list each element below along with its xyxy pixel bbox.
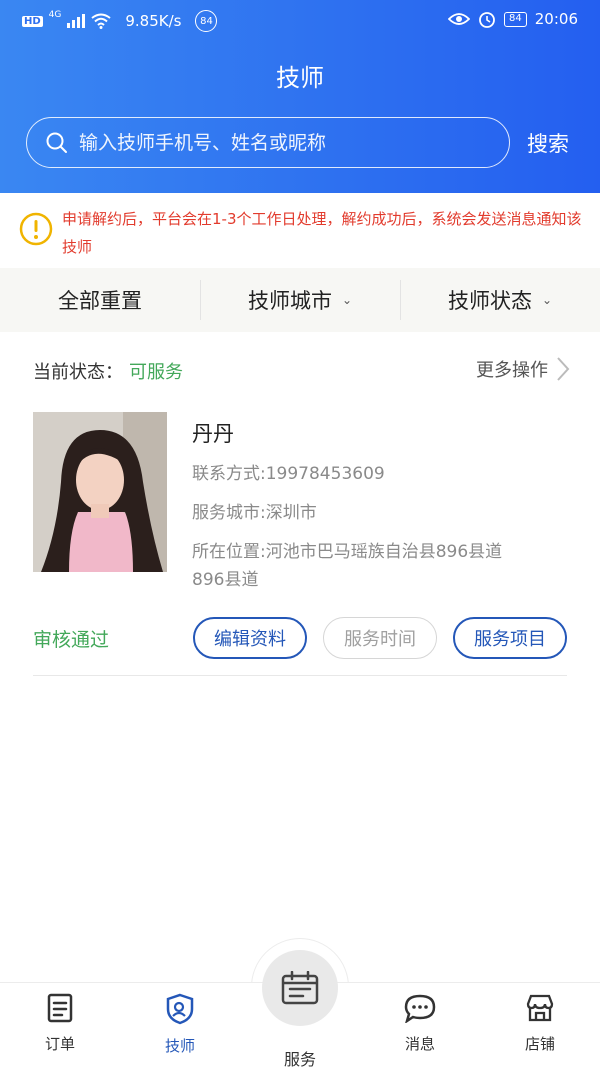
location-line-2: 896县道 (192, 570, 259, 590)
chevron-down-icon: ⌄ (541, 293, 553, 307)
tab-store-label: 店铺 (524, 1035, 555, 1053)
status-label: 当前状态： (33, 362, 123, 383)
tab-service-button[interactable] (262, 950, 338, 1026)
service-city: 服务城市:深圳市 (192, 503, 317, 523)
tab-orders-label: 订单 (44, 1035, 75, 1053)
page-title: 技师 (276, 64, 324, 92)
alarm-icon (479, 12, 495, 28)
wifi-icon (91, 13, 111, 29)
chat-bubble-icon (404, 994, 436, 1024)
filter-reset-label: 全部重置 (58, 289, 142, 313)
tab-technician[interactable]: 技师 (140, 993, 220, 1056)
tab-messages[interactable]: 消息 (380, 993, 460, 1054)
hd-badge: HD (22, 15, 43, 27)
battery-icon: 84 (504, 11, 527, 27)
tab-messages-label: 消息 (404, 1035, 435, 1053)
filter-bar: 全部重置 技师城市 ⌄ 技师状态 ⌄ (0, 268, 600, 332)
search-box[interactable] (26, 117, 510, 168)
location-line-1: 所在位置:河池市巴马瑶族自治县896县道 (192, 542, 503, 562)
tab-technician-label: 技师 (164, 1037, 195, 1055)
chevron-down-icon: ⌄ (341, 293, 353, 307)
chevron-right-icon (557, 357, 570, 381)
divider (33, 675, 567, 676)
technician-name: 丹丹 (192, 422, 234, 446)
notice-text: 申请解约后，平台会在1-3个工作日处理，解约成功后，系统会发送消息通知该技师 (62, 210, 582, 256)
signal-icon (67, 14, 86, 28)
document-icon (47, 993, 73, 1023)
status-value: 可服务 (129, 362, 183, 383)
filter-status-label: 技师状态 (447, 289, 532, 313)
service-items-button[interactable]: 服务项目 (453, 617, 567, 659)
tab-service-label[interactable]: 服务 (260, 1046, 340, 1067)
current-status: 当前状态： 可服务 (33, 358, 183, 384)
header: HD 4G 9.85K/s 84 84 20:06 技师 搜索 (0, 0, 600, 193)
tab-orders[interactable]: 订单 (20, 993, 100, 1054)
edit-profile-button[interactable]: 编辑资料 (193, 617, 307, 659)
eye-icon (448, 13, 471, 25)
filter-status[interactable]: 技师状态 ⌄ (400, 268, 600, 332)
filter-city-label: 技师城市 (247, 289, 332, 313)
calendar-icon (281, 971, 319, 1005)
more-actions-button[interactable]: 更多操作 (476, 356, 570, 382)
store-icon (526, 994, 554, 1022)
network-speed: 9.85K/s (125, 12, 182, 30)
audit-status: 审核通过 (33, 629, 110, 651)
notification-badge: 84 (195, 10, 218, 32)
search-input[interactable] (79, 131, 479, 154)
warning-icon (19, 212, 53, 246)
service-time-button[interactable]: 服务时间 (323, 617, 437, 659)
more-actions-label: 更多操作 (476, 360, 548, 381)
search-button[interactable]: 搜索 (527, 128, 569, 158)
clock: 20:06 (534, 10, 578, 28)
status-bar: HD 4G 9.85K/s 84 84 20:06 (0, 0, 600, 42)
network-type: 4G (48, 10, 62, 20)
technician-avatar (33, 412, 167, 572)
filter-city[interactable]: 技师城市 ⌄ (200, 268, 400, 332)
filter-reset[interactable]: 全部重置 (0, 268, 200, 332)
tab-store[interactable]: 店铺 (500, 993, 580, 1054)
contact-info: 联系方式:19978453609 (192, 464, 385, 484)
search-icon (46, 132, 67, 153)
shield-user-icon (166, 993, 194, 1025)
